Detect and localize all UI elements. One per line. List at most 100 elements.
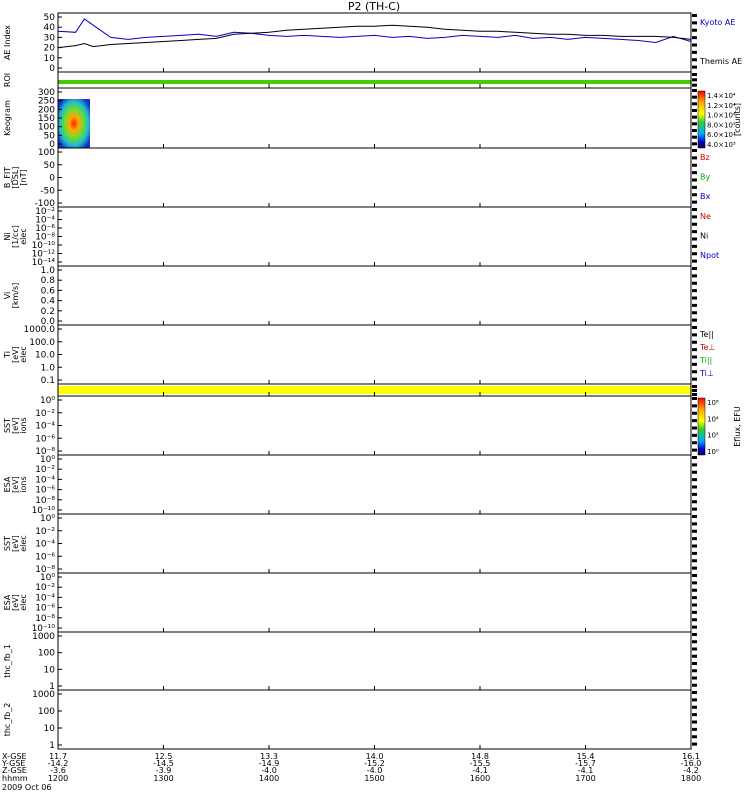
right-tick-box bbox=[692, 669, 697, 673]
right-tick-box bbox=[692, 129, 697, 132]
panel-frame-bfit bbox=[57, 147, 692, 208]
panel-sst1: 10⁰10⁻²10⁻⁴10⁻⁶10⁻⁸SST [eV] ions bbox=[3, 395, 697, 457]
y-tick-label: 10⁻² bbox=[35, 527, 55, 537]
panel-frame-ni bbox=[57, 206, 692, 267]
right-tick-box bbox=[692, 21, 697, 25]
right-tick-box bbox=[692, 340, 697, 344]
right-tick-box bbox=[692, 385, 697, 388]
legend-kyoto-ae: Kyoto AE bbox=[700, 18, 735, 27]
right-tick-box bbox=[692, 485, 697, 489]
panel-label-keogram: Keogram bbox=[3, 100, 12, 136]
panel-mode bbox=[57, 383, 697, 397]
right-tick-box bbox=[692, 115, 697, 119]
y-tick-label: 10⁻⁸ bbox=[35, 614, 55, 624]
colorbar-tick-label: 1.4×10⁴ bbox=[707, 92, 736, 100]
right-tick-box bbox=[692, 397, 697, 400]
y-tick-label: 1000.0 bbox=[24, 325, 56, 335]
right-tick-box bbox=[692, 36, 697, 40]
panel-label-sst2: elec bbox=[19, 535, 28, 551]
legend-bz: Bz bbox=[700, 153, 710, 162]
right-tick-box bbox=[692, 551, 697, 555]
y-tick-label: 50 bbox=[44, 161, 56, 171]
right-tick-box bbox=[692, 676, 697, 680]
colorbar-tick-label: 1.2×10⁴ bbox=[707, 102, 736, 110]
right-tick-box bbox=[692, 393, 697, 396]
right-tick-box bbox=[692, 289, 697, 293]
panel-label-vi: [km/s] bbox=[11, 283, 20, 309]
x-axis-row-label: 2009 Oct 06 bbox=[2, 783, 51, 792]
y-tick-label: 1.0 bbox=[41, 363, 56, 373]
y-tick-label: 100 bbox=[38, 707, 55, 717]
right-tick-box bbox=[692, 478, 697, 482]
colorbar-tick-label: 10² bbox=[707, 432, 719, 440]
y-tick-label: -50 bbox=[40, 186, 55, 196]
right-tick-box bbox=[692, 625, 697, 629]
right-tick-box bbox=[692, 318, 697, 322]
right-tick-box bbox=[692, 230, 697, 234]
panel-esa2: 10⁰10⁻²10⁻⁴10⁻⁶10⁻⁸10⁻¹⁰ESA [eV] elec bbox=[3, 572, 697, 634]
y-tick-label: 10 bbox=[44, 665, 56, 675]
right-tick-box bbox=[692, 566, 697, 570]
right-tick-box bbox=[692, 389, 697, 392]
y-tick-label: 40 bbox=[44, 23, 56, 33]
y-tick-label: 0.4 bbox=[41, 297, 56, 307]
panel-label-ae: AE Index bbox=[3, 25, 12, 60]
panel-label-sst1: ions bbox=[19, 417, 28, 433]
y-tick-label: 0.1 bbox=[41, 376, 55, 386]
y-tick-label: 0 bbox=[49, 174, 55, 184]
right-tick-box bbox=[692, 259, 697, 263]
right-tick-box bbox=[692, 633, 697, 636]
y-tick-label: 0.2 bbox=[41, 307, 55, 317]
colorbar-tick-label: 10⁸ bbox=[707, 399, 719, 407]
right-tick-box bbox=[692, 522, 697, 526]
right-tick-box bbox=[692, 348, 697, 352]
panel-fb1: 1000100101thc_fb_1 bbox=[3, 631, 697, 692]
colorbar-tick-label: 6.0×10³ bbox=[707, 131, 736, 139]
x-axis-value-t: 1500 bbox=[364, 774, 384, 783]
x-axis-value-t: 1700 bbox=[575, 774, 595, 783]
colorbar-keogram_cb: 1.4×10⁴ 1.2×10⁴ 1.0×10⁴8.0×10³ 6.0×10³ 4.0×1… bbox=[697, 90, 742, 149]
plot-title: P2 (TH-C) bbox=[348, 0, 400, 13]
series-themis-ae bbox=[57, 24, 692, 49]
right-tick-box bbox=[692, 404, 697, 408]
right-tick-box bbox=[692, 135, 697, 139]
colorbar-eflux_cb: 10⁸ 10⁴ 10² 10⁰ Eflux, EFU bbox=[697, 397, 742, 456]
legend-ti: Ti|| bbox=[699, 356, 712, 365]
right-tick-box bbox=[692, 544, 697, 548]
panel-esa1: 10⁰10⁻²10⁻⁴10⁻⁶10⁻⁸10⁻¹⁰ESA [eV] ions bbox=[3, 454, 697, 516]
y-tick-label: 10⁻⁶ bbox=[35, 604, 55, 614]
y-tick-label: 10⁻⁴ bbox=[35, 540, 55, 550]
right-tick-box bbox=[692, 537, 697, 541]
right-tick-box bbox=[692, 515, 697, 518]
y-tick-label: 10.0 bbox=[35, 351, 55, 361]
right-tick-box bbox=[692, 654, 697, 658]
right-tick-box bbox=[692, 581, 697, 585]
right-tick-box bbox=[692, 720, 697, 724]
right-tick-box bbox=[692, 470, 697, 474]
right-tick-box bbox=[692, 244, 697, 248]
legend-te: Te⊥ bbox=[699, 343, 715, 352]
panel-sst2: 10⁰10⁻²10⁻⁴10⁻⁶10⁻⁸SST [eV] elec bbox=[3, 513, 697, 575]
y-tick-label: 1000 bbox=[32, 632, 55, 642]
panel-frame-fb2 bbox=[57, 689, 692, 750]
panel-frame-ti bbox=[57, 324, 692, 385]
ae-lines-layer bbox=[57, 18, 692, 49]
keogram-image bbox=[58, 99, 90, 148]
colorbar-tick-label: 8.0×10³ bbox=[707, 121, 736, 129]
right-tick-box bbox=[692, 73, 697, 76]
right-tick-box bbox=[692, 163, 697, 167]
right-tick-box bbox=[692, 588, 697, 592]
right-tick-box bbox=[692, 419, 697, 423]
right-tick-box bbox=[692, 311, 697, 315]
x-axis-layer: X-GSEY-GSEZ-GSEhhmm2009 Oct 0611.7-14.2-… bbox=[1, 752, 701, 792]
right-tick-box bbox=[692, 303, 697, 307]
right-tick-box bbox=[692, 208, 697, 211]
panel-roi: ROI bbox=[3, 71, 697, 89]
right-tick-box bbox=[692, 596, 697, 600]
right-tick-box bbox=[692, 713, 697, 717]
right-tick-box bbox=[692, 698, 697, 702]
right-tick-box bbox=[692, 14, 697, 17]
y-tick-label: 10⁻⁶ bbox=[35, 486, 55, 496]
panel-frame-keogram bbox=[57, 87, 692, 149]
right-tick-box bbox=[692, 326, 697, 329]
